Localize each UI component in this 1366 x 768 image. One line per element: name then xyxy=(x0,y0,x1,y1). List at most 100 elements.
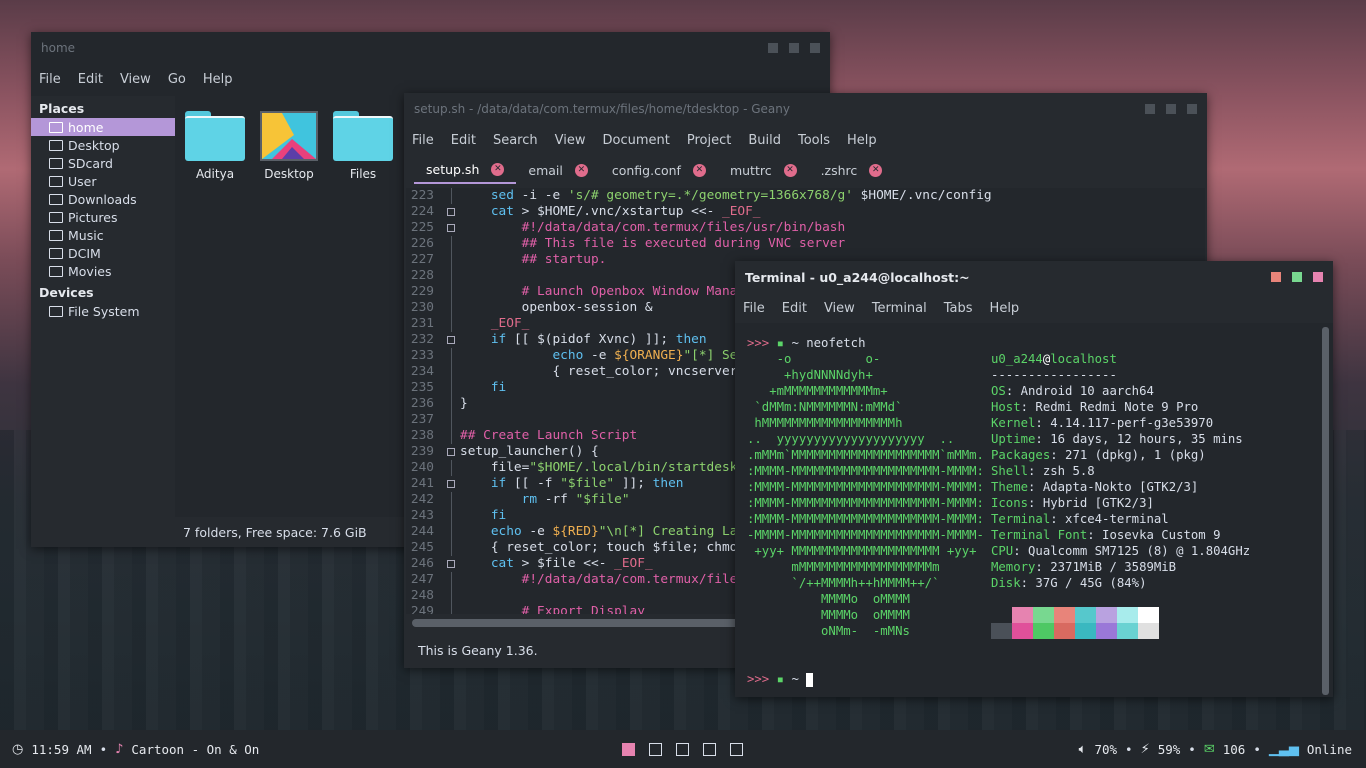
terminal-output[interactable]: >>> ▪ ~ neofetch u0_a244@localhost -----… xyxy=(735,325,1333,697)
menu-view[interactable]: View xyxy=(824,301,855,316)
sidebar-item-dcim[interactable]: DCIM xyxy=(31,244,175,262)
folder-icon xyxy=(49,247,63,259)
workspace-2[interactable] xyxy=(648,742,662,756)
desktop-icon xyxy=(49,139,63,151)
folder-item[interactable]: Desktop xyxy=(254,111,324,181)
menu-go[interactable]: Go xyxy=(168,72,186,87)
code-line: 224 cat > $HOME/.vnc/xstartup <<- _EOF_ xyxy=(406,204,1205,220)
menu-view[interactable]: View xyxy=(555,133,586,148)
sidebar-item-desktop[interactable]: Desktop xyxy=(31,136,175,154)
line-number: 232 xyxy=(410,332,434,347)
line-number: 235 xyxy=(410,380,434,395)
color-swatch xyxy=(1096,623,1117,639)
workspace-5[interactable] xyxy=(729,742,743,756)
close-tab-icon[interactable]: ✕ xyxy=(692,163,706,177)
close-tab-icon[interactable]: ✕ xyxy=(783,163,797,177)
maximize-button[interactable] xyxy=(1166,104,1176,114)
color-swatch xyxy=(1012,623,1033,639)
sidebar-item-pictures[interactable]: Pictures xyxy=(31,208,175,226)
code-text: cat > $file <<- _EOF_ xyxy=(490,556,653,571)
fold-marker xyxy=(438,508,460,524)
menu-edit[interactable]: Edit xyxy=(782,301,807,316)
workspace-4[interactable] xyxy=(702,742,716,756)
fold-marker[interactable] xyxy=(438,220,460,236)
code-text: cat > $HOME/.vnc/xstartup <<- _EOF_ xyxy=(490,204,761,219)
close-tab-icon[interactable]: ✕ xyxy=(491,162,505,176)
sidebar-item-user[interactable]: User xyxy=(31,172,175,190)
folder-icon xyxy=(49,229,63,241)
maximize-button[interactable] xyxy=(789,43,799,53)
tab-email[interactable]: email ✕ xyxy=(516,156,599,184)
terminal-window[interactable]: Terminal - u0_a244@localhost:~ File Edit… xyxy=(735,261,1333,697)
prompt-line[interactable]: >>> ▪ ~ xyxy=(747,671,814,687)
tab-zshrc[interactable]: .zshrc ✕ xyxy=(809,156,895,184)
menu-document[interactable]: Document xyxy=(602,133,669,148)
menu-edit[interactable]: Edit xyxy=(451,133,476,148)
close-button[interactable] xyxy=(1313,272,1323,282)
desktop-folder-icon xyxy=(260,111,318,161)
menu-help[interactable]: Help xyxy=(847,133,877,148)
workspace-1[interactable] xyxy=(621,742,635,756)
tab-config-conf[interactable]: config.conf ✕ xyxy=(600,156,718,184)
terminal-title: Terminal - u0_a244@localhost:~ xyxy=(745,269,970,285)
line-number: 247 xyxy=(410,572,434,587)
menu-tabs[interactable]: Tabs xyxy=(944,301,973,316)
minimize-button[interactable] xyxy=(1271,272,1281,282)
sysinfo-line: Packages: 271 (dpkg), 1 (pkg) xyxy=(991,448,1206,462)
tab-muttrc[interactable]: muttrc ✕ xyxy=(718,156,809,184)
sidebar-item-music[interactable]: Music xyxy=(31,226,175,244)
workspace-3[interactable] xyxy=(675,742,689,756)
menu-tools[interactable]: Tools xyxy=(798,133,830,148)
fold-marker[interactable] xyxy=(438,476,460,492)
ascii-art-line: oNMm- -mMNs xyxy=(747,624,910,638)
menu-file[interactable]: File xyxy=(39,72,61,87)
horizontal-scrollbar[interactable] xyxy=(412,619,742,627)
menu-project[interactable]: Project xyxy=(687,133,731,148)
menu-help[interactable]: Help xyxy=(990,301,1020,316)
menu-file[interactable]: File xyxy=(743,301,765,316)
ascii-art-line: `/++MMMMh++hMMMM++/` xyxy=(747,576,940,590)
sysinfo-line: Theme: Adapta-Nokto [GTK2/3] xyxy=(991,480,1199,494)
mail-count[interactable]: 106 xyxy=(1223,742,1246,757)
menu-search[interactable]: Search xyxy=(493,133,538,148)
code-text: rm -rf "$file" xyxy=(521,492,630,507)
volume-icon: 🔈︎ xyxy=(1078,741,1087,757)
fold-marker[interactable] xyxy=(438,556,460,572)
minimize-button[interactable] xyxy=(768,43,778,53)
folder-item[interactable]: Aditya xyxy=(180,111,250,181)
volume-level[interactable]: 70% xyxy=(1094,742,1117,757)
sidebar-item-movies[interactable]: Movies xyxy=(31,262,175,280)
menu-edit[interactable]: Edit xyxy=(78,72,103,87)
line-number: 241 xyxy=(410,476,434,491)
menu-file[interactable]: File xyxy=(412,133,434,148)
close-button[interactable] xyxy=(1187,104,1197,114)
folder-item[interactable]: Files xyxy=(328,111,398,181)
fold-marker[interactable] xyxy=(438,444,460,460)
menu-view[interactable]: View xyxy=(120,72,151,87)
vertical-scrollbar[interactable] xyxy=(1322,327,1329,695)
code-text: # Launch Openbox Window Manager. xyxy=(460,284,769,299)
network-status[interactable]: Online xyxy=(1307,742,1352,757)
terminal-titlebar[interactable]: Terminal - u0_a244@localhost:~ xyxy=(735,261,1333,293)
menu-terminal[interactable]: Terminal xyxy=(872,301,927,316)
fold-marker[interactable] xyxy=(438,332,460,348)
menu-build[interactable]: Build xyxy=(748,133,781,148)
sidebar-item-downloads[interactable]: Downloads xyxy=(31,190,175,208)
now-playing[interactable]: Cartoon - On & On xyxy=(131,742,259,757)
sidebar-item-home[interactable]: home xyxy=(31,118,175,136)
clock[interactable]: 11:59 AM xyxy=(31,742,91,757)
close-tab-icon[interactable]: ✕ xyxy=(869,163,883,177)
sidebar-item-sdcard[interactable]: SDcard xyxy=(31,154,175,172)
maximize-button[interactable] xyxy=(1292,272,1302,282)
close-tab-icon[interactable]: ✕ xyxy=(574,163,588,177)
sidebar-item-filesystem[interactable]: File System xyxy=(31,302,175,320)
tab-setup-sh[interactable]: setup.sh ✕ xyxy=(414,156,517,184)
close-button[interactable] xyxy=(810,43,820,53)
code-line: 223 sed -i -e 's/# geometry=.*/geometry=… xyxy=(406,188,1205,204)
file-manager-titlebar[interactable]: home xyxy=(31,32,830,64)
minimize-button[interactable] xyxy=(1145,104,1155,114)
fold-marker[interactable] xyxy=(438,204,460,220)
menu-help[interactable]: Help xyxy=(203,72,233,87)
geany-titlebar[interactable]: setup.sh - /data/data/com.termux/files/h… xyxy=(404,93,1207,125)
code-line: 226 ## This file is executed during VNC … xyxy=(406,236,1205,252)
